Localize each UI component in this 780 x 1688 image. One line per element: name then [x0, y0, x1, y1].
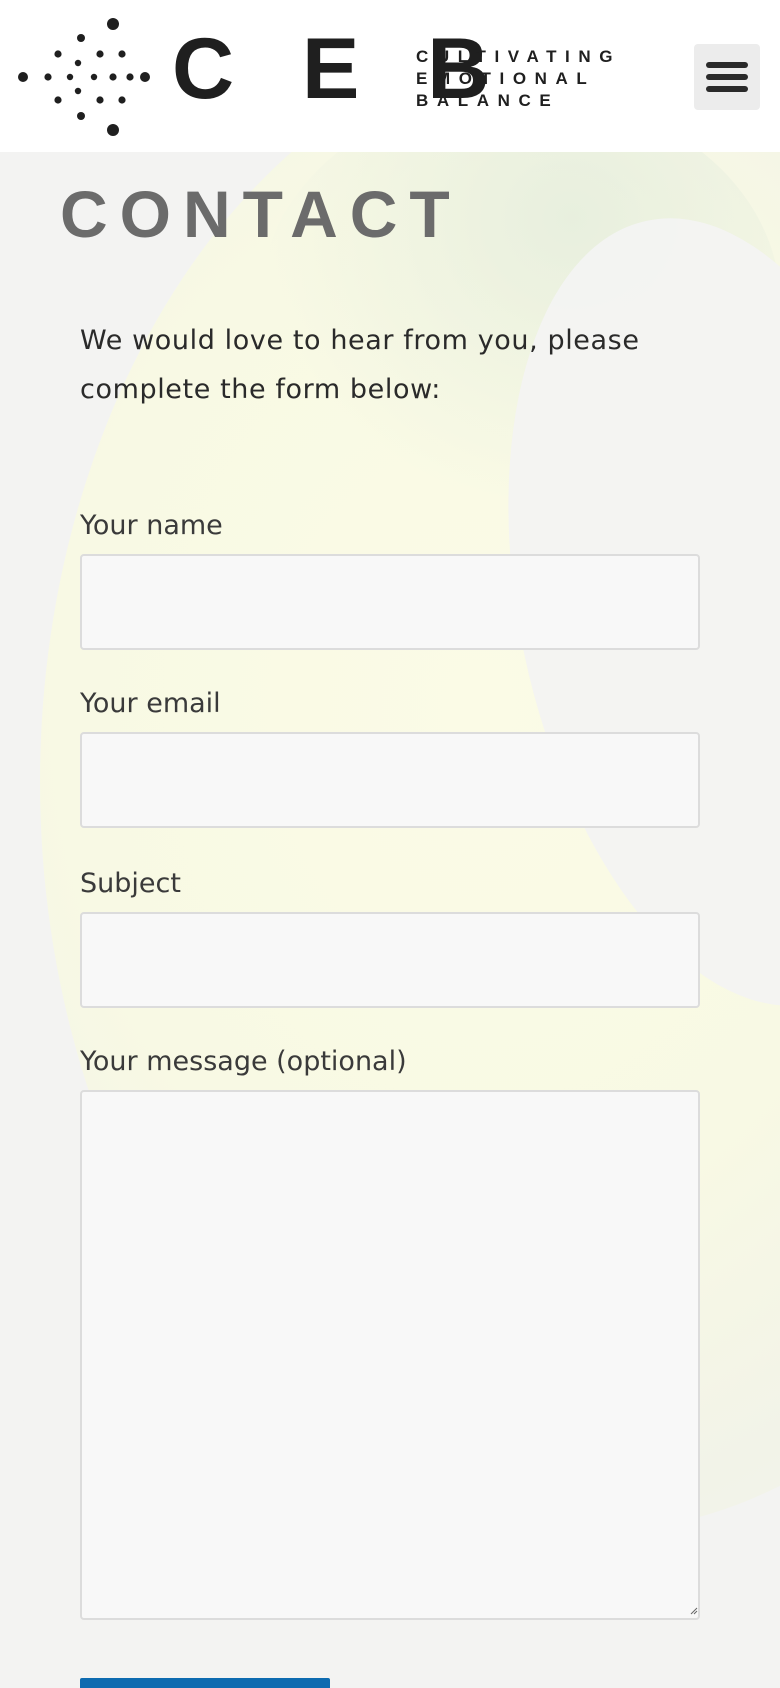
- email-input[interactable]: [80, 732, 700, 828]
- logo-tagline-line: CULTIVATING: [416, 47, 622, 66]
- message-label: Your message (optional): [80, 1046, 407, 1077]
- resize-grip-icon[interactable]: [690, 1607, 698, 1615]
- name-input[interactable]: [80, 554, 700, 650]
- logo-tagline: CULTIVATING EMOTIONAL BALANCE: [416, 46, 626, 112]
- submit-button[interactable]: [80, 1678, 330, 1688]
- logo-dots-icon: [18, 18, 150, 136]
- site-header: C E B CULTIVATING EMOTIONAL BALANCE: [0, 0, 780, 152]
- logo-tagline-line: BALANCE: [416, 91, 560, 110]
- email-label: Your email: [80, 688, 221, 719]
- logo-tagline-line: EMOTIONAL: [416, 69, 596, 88]
- hamburger-menu-icon: [706, 62, 748, 92]
- subject-label: Subject: [80, 868, 181, 899]
- page-title: CONTACT: [60, 177, 462, 251]
- site-logo[interactable]: C E B CULTIVATING EMOTIONAL BALANCE: [18, 18, 628, 136]
- subject-input[interactable]: [80, 912, 700, 1008]
- intro-text: We would love to hear from you, please c…: [80, 325, 640, 405]
- name-label: Your name: [80, 510, 223, 541]
- main-content: CONTACT We would love to hear from you, …: [0, 152, 780, 1688]
- menu-toggle-button[interactable]: [694, 44, 760, 110]
- message-textarea[interactable]: [80, 1090, 700, 1620]
